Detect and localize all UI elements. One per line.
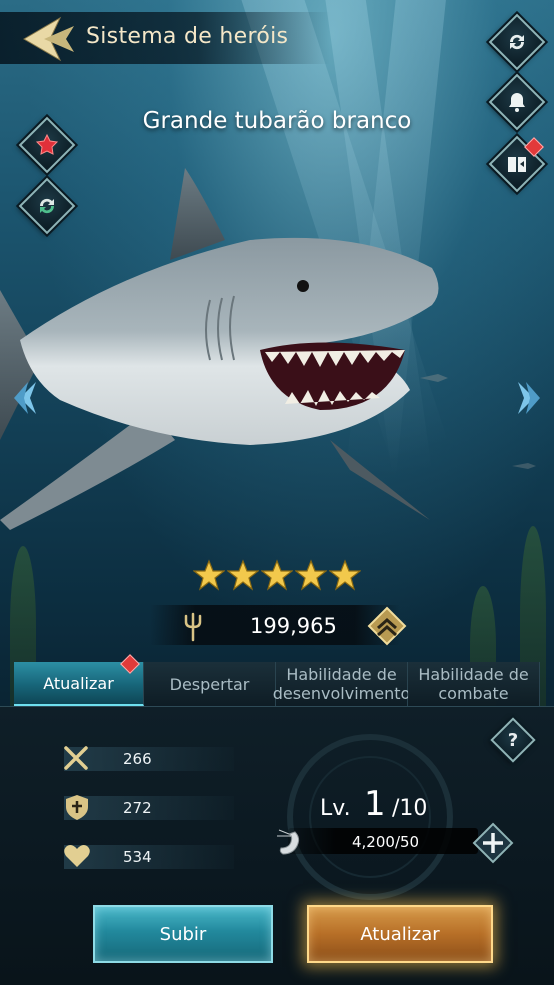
climb-button[interactable]: Subir bbox=[93, 905, 273, 963]
back-arrow-icon bbox=[23, 16, 74, 62]
hero-name: Grande tubarão branco bbox=[142, 108, 412, 134]
star-icon bbox=[261, 559, 293, 591]
hero-scene bbox=[0, 0, 554, 706]
tab-combat-skill[interactable]: Habilidade de combate bbox=[408, 662, 540, 706]
tab-awaken[interactable]: Despertar bbox=[144, 662, 276, 706]
level-current: 1 bbox=[364, 784, 386, 824]
level-max: /10 bbox=[392, 796, 428, 821]
chevron-right-icon bbox=[518, 382, 540, 414]
plus-icon bbox=[472, 822, 514, 864]
star-icon bbox=[193, 559, 225, 591]
question-icon: ? bbox=[507, 729, 519, 751]
page-title: Sistema de heróis bbox=[86, 24, 289, 49]
stat-health: 534 bbox=[40, 842, 240, 870]
bell-icon bbox=[509, 93, 525, 112]
shrimp-icon bbox=[277, 829, 300, 855]
climb-label: Subir bbox=[159, 923, 207, 945]
refresh-icon bbox=[509, 34, 525, 50]
back-button[interactable] bbox=[20, 14, 80, 64]
shark-illustration bbox=[0, 168, 536, 530]
power-value: 199,965 bbox=[250, 614, 337, 638]
tab-label: Habilidade de combate bbox=[418, 665, 529, 703]
swords-icon bbox=[64, 746, 88, 770]
stat-value: 534 bbox=[123, 848, 152, 866]
book-icon bbox=[508, 157, 526, 172]
exp-value: 4,200/50 bbox=[352, 833, 420, 851]
trident-icon bbox=[184, 612, 202, 642]
add-exp-button[interactable] bbox=[472, 822, 514, 864]
chevron-left-icon bbox=[14, 382, 36, 414]
tab-label: Habilidade de desenvolvimento bbox=[272, 665, 411, 703]
stat-value: 272 bbox=[123, 799, 152, 817]
upgrade-button[interactable]: Atualizar bbox=[307, 905, 493, 963]
power-upgrade-button[interactable] bbox=[367, 606, 407, 646]
previous-hero-button[interactable] bbox=[12, 378, 42, 418]
stat-value: 266 bbox=[123, 750, 152, 768]
cycle-icon bbox=[39, 198, 55, 214]
tab-bar: Atualizar Despertar Habilidade de desenv… bbox=[14, 654, 540, 706]
upgrade-label: Atualizar bbox=[360, 923, 440, 945]
star-icon bbox=[227, 559, 259, 591]
level-prefix: Lv. bbox=[320, 796, 351, 821]
heart-icon bbox=[64, 845, 90, 867]
rank-up-icon bbox=[367, 606, 407, 646]
shield-icon bbox=[66, 795, 88, 820]
tab-label: Atualizar bbox=[43, 673, 114, 693]
star-rating bbox=[0, 559, 554, 591]
tab-development-skill[interactable]: Habilidade de desenvolvimento bbox=[272, 662, 411, 706]
stat-attack: 266 bbox=[40, 744, 240, 772]
tab-label: Despertar bbox=[169, 674, 250, 694]
red-gem-icon bbox=[35, 133, 59, 155]
tab-upgrade[interactable]: Atualizar bbox=[14, 654, 144, 706]
stat-defense: 272 bbox=[40, 793, 240, 821]
star-icon bbox=[295, 559, 327, 591]
next-hero-button[interactable] bbox=[512, 378, 542, 418]
star-icon bbox=[329, 559, 361, 591]
